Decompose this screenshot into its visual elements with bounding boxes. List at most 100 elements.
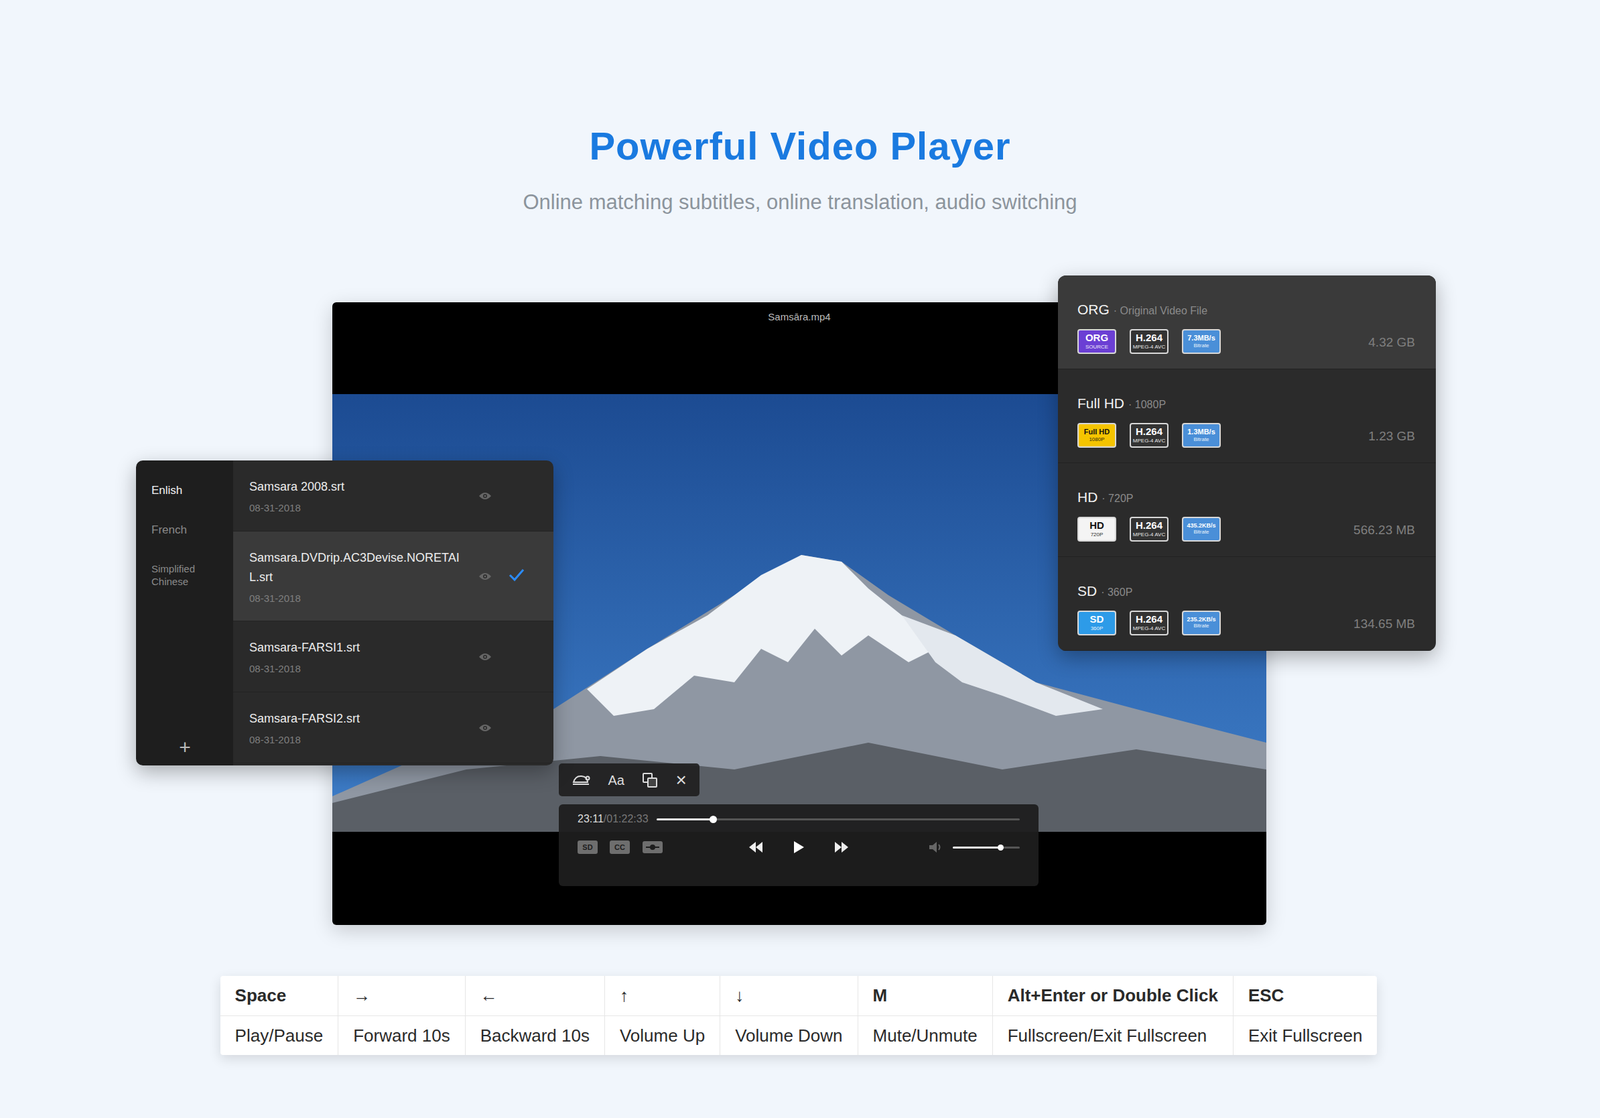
badge-label: H.264 — [1135, 426, 1163, 438]
format-badge: SD360P — [1077, 610, 1117, 636]
speed-icon[interactable] — [571, 772, 591, 788]
quality-info: Full HD· 1080PFull HD1080PH.264MPEG-4 AV… — [1077, 394, 1221, 448]
page-title: Powerful Video Player — [0, 122, 1600, 170]
quality-option[interactable]: ORG· Original Video FileORGSOURCEH.264MP… — [1057, 275, 1436, 370]
quality-option[interactable]: SD· 360PSD360PH.264MPEG-4 AVC235.2KB/sBi… — [1057, 556, 1436, 651]
quality-panel: ORG· Original Video FileORGSOURCEH.264MP… — [1057, 275, 1436, 651]
badge-sublabel: MPEG-4 AVC — [1132, 531, 1166, 539]
quality-heading: SD· 360P — [1077, 582, 1221, 602]
badge-row: HD720PH.264MPEG-4 AVC435.2KB/sBitrate — [1077, 516, 1221, 542]
audio-track-icon[interactable] — [641, 840, 664, 854]
total-time: /01:22:33 — [603, 812, 649, 825]
badge-sublabel: 360P — [1090, 625, 1104, 632]
rewind-icon[interactable] — [748, 840, 764, 853]
format-badge: H.264MPEG-4 AVC — [1129, 610, 1169, 636]
left-controls: SD CC — [577, 840, 749, 854]
translate-icon[interactable] — [641, 771, 658, 788]
shortcut-key: M — [858, 975, 993, 1016]
forward-icon[interactable] — [834, 840, 849, 853]
subtitle-file-list: Samsara 2008.srt08-31-2018 Samsara.DVDrip… — [233, 460, 554, 766]
badge-label: 1.3MB/s — [1187, 427, 1216, 436]
progress-track[interactable] — [656, 818, 1020, 821]
close-button[interactable]: × — [675, 771, 687, 788]
volume-fill — [952, 846, 1001, 849]
file-size: 4.32 GB — [1368, 335, 1416, 354]
badge-label: 435.2KB/s — [1186, 522, 1216, 530]
progress-thumb[interactable] — [709, 815, 717, 823]
volume-controls — [848, 840, 1020, 853]
badge-label: SD — [1090, 613, 1105, 626]
file-info: Samsara.DVDrip.AC3Devise.NORETAIL.srt08-… — [249, 548, 464, 605]
progress-fill — [656, 818, 713, 821]
language-list: EnlishFrenchSimplified Chinese + — [136, 460, 234, 766]
file-date: 08-31-2018 — [249, 733, 464, 746]
badge-sublabel: MPEG-4 AVC — [1132, 625, 1166, 632]
quality-option[interactable]: HD· 720PHD 720P H.264MPEG-4 AVC 435.2KB/sBi… — [1057, 462, 1436, 557]
eye-icon[interactable] — [478, 491, 492, 501]
eye-icon[interactable] — [478, 722, 492, 733]
shortcut-action: Volume Down — [720, 1015, 858, 1055]
badge-sublabel: MPEG-4 AVC — [1132, 437, 1166, 445]
quality-name: ORG — [1077, 301, 1110, 317]
play-icon[interactable] — [792, 840, 805, 854]
badge-label: H.264 — [1135, 613, 1163, 626]
shortcut-table: Space→←↑↓MAlt+Enter or Double ClickESCPl… — [220, 975, 1378, 1055]
shortcut-action: Backward 10s — [465, 1015, 606, 1055]
window-title: Samsāra.mp4 — [767, 310, 831, 324]
file-info: Samsara-FARSI1.srt08-31-2018 — [249, 637, 464, 675]
badge-sublabel: Bitrate — [1193, 342, 1209, 350]
badge-row: ORGSOURCEH.264MPEG-4 AVC7.3MB/sBitrate — [1077, 328, 1221, 354]
volume-thumb[interactable] — [997, 844, 1004, 851]
badge-sublabel: 720P — [1090, 531, 1104, 539]
language-item[interactable]: French — [151, 517, 224, 557]
shortcut-key: Alt+Enter or Double Click — [992, 975, 1234, 1016]
shortcut-key: ESC — [1233, 975, 1378, 1016]
quality-heading: Full HD· 1080P — [1077, 394, 1221, 414]
badge-label: 7.3MB/s — [1187, 333, 1216, 342]
shortcut-action: Fullscreen/Exit Fullscreen — [992, 1015, 1234, 1055]
control-badge-button[interactable]: CC — [609, 840, 630, 854]
shortcut-key: Space — [220, 975, 340, 1016]
shortcut-action: Volume Up — [605, 1015, 721, 1055]
page-subtitle: Online matching subtitles, online transl… — [0, 188, 1600, 216]
add-subtitle-button[interactable]: + — [151, 737, 224, 758]
language-item[interactable]: Enlish — [151, 477, 224, 518]
quality-info: SD· 360PSD360PH.264MPEG-4 AVC235.2KB/sBi… — [1077, 582, 1221, 636]
badge-label: Full HD — [1084, 427, 1111, 436]
playback-controls — [748, 840, 849, 854]
format-badge: H.264MPEG-4 AVC — [1129, 422, 1169, 448]
font-size-button[interactable]: Aa — [607, 771, 624, 788]
subtitle-panel: EnlishFrenchSimplified Chinese + Samsara 2… — [136, 460, 554, 766]
quality-heading: HD· 720P — [1077, 488, 1221, 508]
quality-name: HD — [1077, 489, 1098, 505]
shortcut-action: Play/Pause — [220, 1015, 340, 1055]
language-item[interactable]: Simplified Chinese — [151, 556, 224, 608]
current-time: 23:11 — [577, 812, 604, 825]
volume-icon[interactable] — [928, 840, 944, 853]
subtitle-file-row[interactable]: Samsara 2008.srt08-31-2018 — [233, 460, 554, 532]
subtitle-file-row[interactable]: Samsara-FARSI1.srt08-31-2018 — [233, 621, 554, 693]
quality-name: Full HD — [1077, 395, 1125, 411]
quality-detail: · 720P — [1101, 492, 1133, 504]
format-badge: H.264MPEG-4 AVC — [1129, 516, 1169, 542]
file-date: 08-31-2018 — [249, 662, 464, 675]
progress-row: 23:11/01:22:33 — [577, 812, 1020, 826]
format-badge: 435.2KB/sBitrate — [1181, 516, 1221, 542]
format-badge: 7.3MB/sBitrate — [1181, 328, 1221, 354]
shortcut-action: Mute/Unmute — [858, 1015, 993, 1055]
control-badge-button[interactable]: SD — [577, 840, 598, 854]
showcase-canvas: Samsāra.mp4 Aa × 23:11/01:22:33 SD CC EnlishFr… — [0, 275, 1600, 925]
format-badge: H.264MPEG-4 AVC — [1129, 328, 1169, 354]
eye-icon[interactable] — [478, 651, 492, 662]
volume-track[interactable] — [952, 846, 1020, 849]
quality-option[interactable]: Full HD· 1080PFull HD1080PH.264MPEG-4 AV… — [1057, 369, 1436, 463]
file-size: 134.65 MB — [1353, 616, 1416, 636]
quality-detail: · 360P — [1100, 586, 1133, 598]
file-name: Samsara.DVDrip.AC3Devise.NORETAIL.srt — [249, 548, 464, 587]
subtitle-file-row[interactable]: Samsara-FARSI2.srt08-31-2018 — [233, 692, 554, 764]
subtitle-file-row[interactable]: Samsara.DVDrip.AC3Devise.NORETAIL.srt08-… — [233, 531, 554, 622]
check-slot — [507, 718, 528, 737]
shortcut-action: Exit Fullscreen — [1233, 1015, 1378, 1055]
badge-sublabel: MPEG-4 AVC — [1132, 343, 1166, 351]
eye-icon[interactable] — [478, 571, 492, 581]
